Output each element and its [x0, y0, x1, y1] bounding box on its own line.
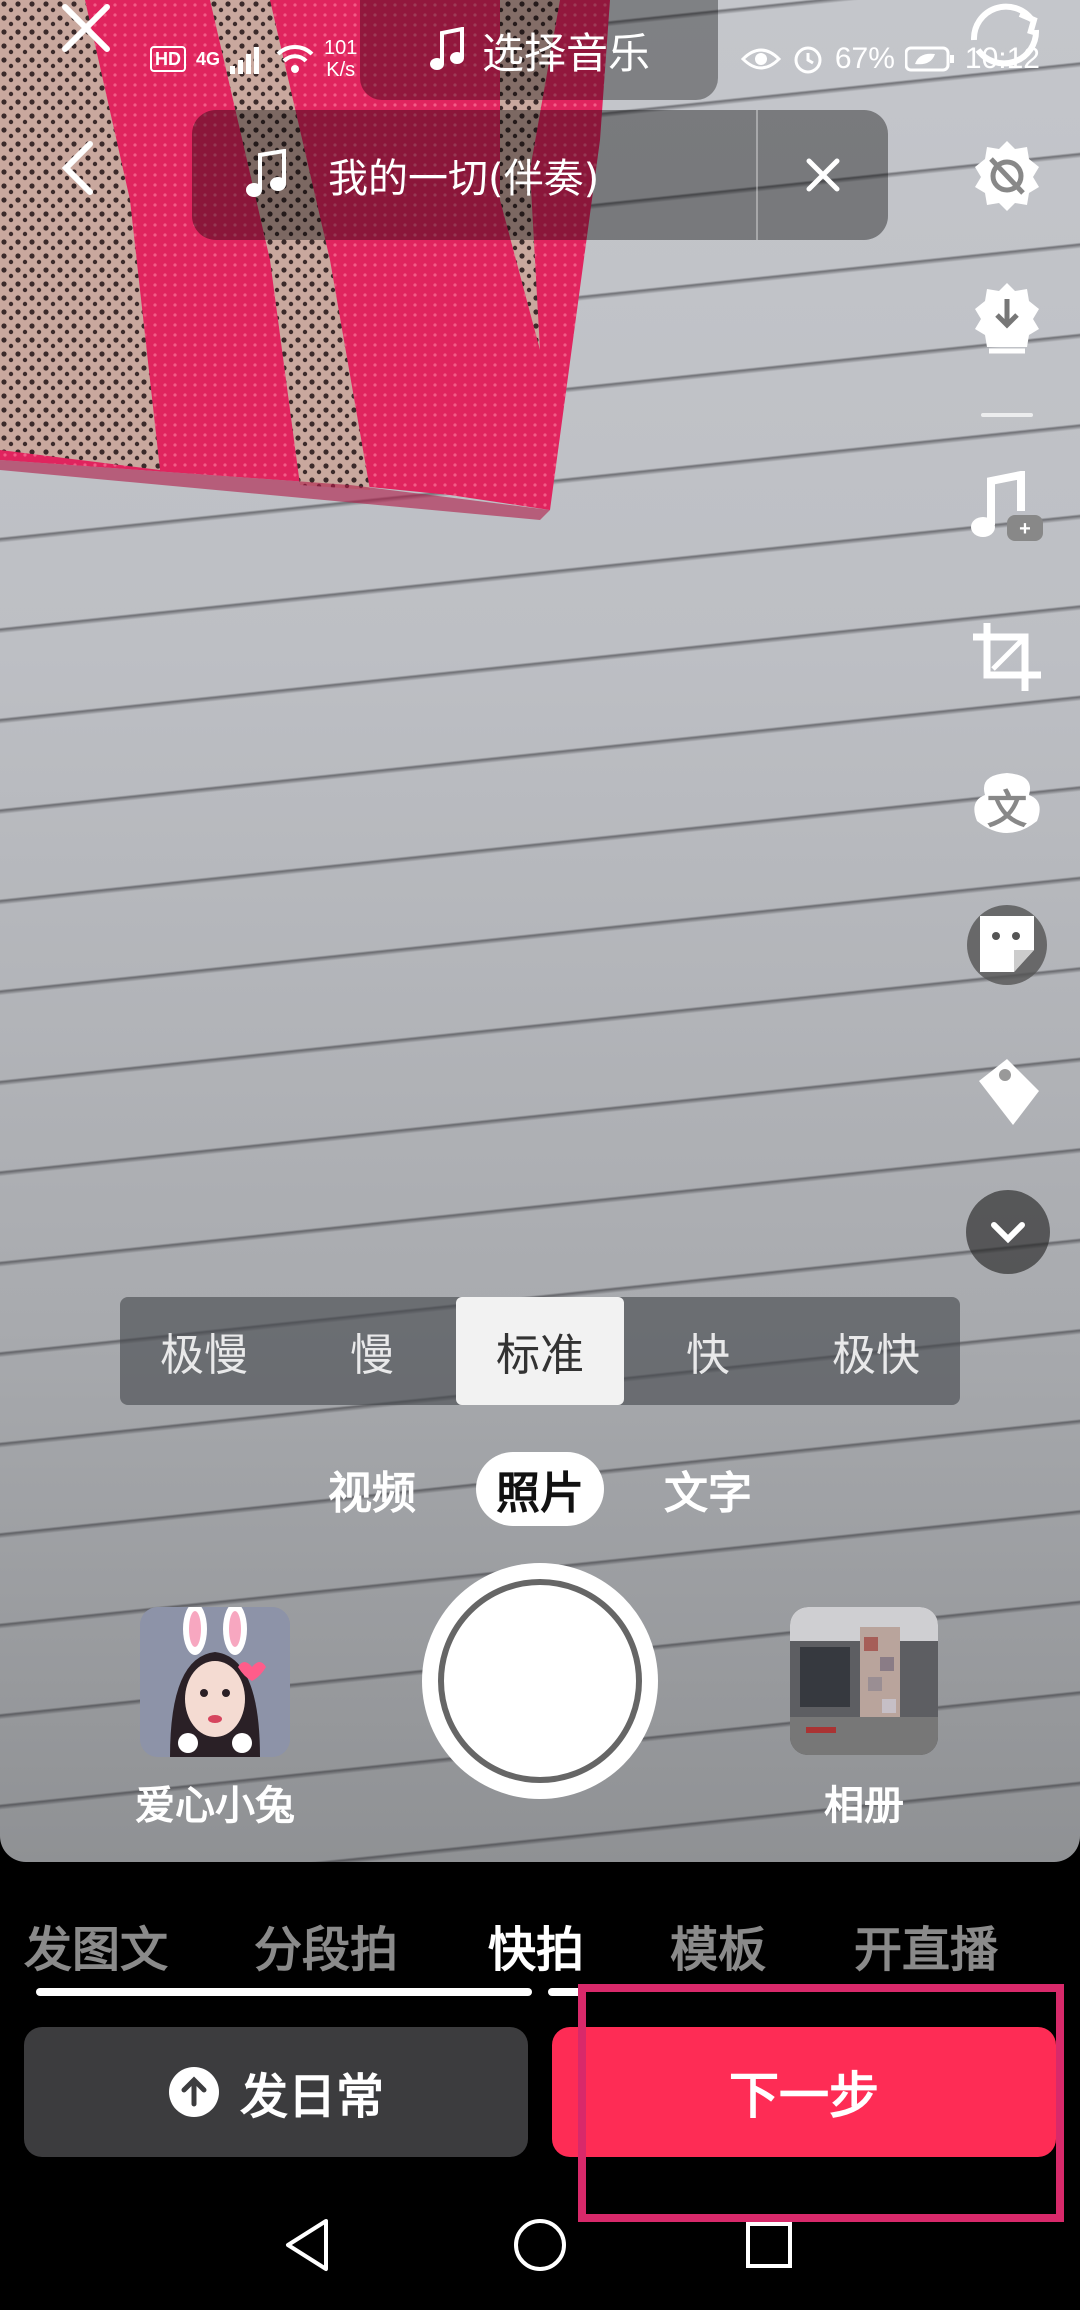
more-tools-button[interactable]: [966, 1190, 1050, 1274]
music-note-icon: [429, 27, 464, 70]
speed-option-very-fast[interactable]: 极快: [792, 1297, 960, 1405]
album-label: 相册: [824, 1783, 904, 1829]
tag-button[interactable]: [962, 1046, 1052, 1136]
nav-home-button[interactable]: [505, 2210, 575, 2280]
sticker-icon: [967, 905, 1047, 985]
download-button[interactable]: [962, 272, 1052, 362]
battery-percent: 67%: [834, 42, 895, 75]
download-icon: [975, 283, 1039, 354]
crop-icon: [973, 623, 1041, 691]
circle-home-icon: [514, 2219, 566, 2271]
battery-icon: [904, 46, 954, 72]
alarm-icon: [794, 46, 822, 74]
network-type: 4G: [196, 48, 221, 69]
effect-label: 爱心小兔: [135, 1783, 295, 1829]
music-note-icon: [244, 149, 300, 201]
nav-back-button[interactable]: [272, 2210, 342, 2280]
bunny-girl-effect-image: [140, 1607, 290, 1757]
remove-music-button[interactable]: [758, 110, 888, 240]
speed-option-very-slow[interactable]: 极慢: [120, 1297, 288, 1405]
svg-text:文: 文: [987, 788, 1027, 832]
tab-quick-shoot[interactable]: 快拍: [488, 1910, 584, 1980]
settings-button[interactable]: [962, 130, 1052, 220]
eye-icon: [740, 48, 781, 70]
triangle-back-icon: [286, 2219, 328, 2271]
music-edit-button[interactable]: +: [962, 466, 1052, 556]
close-icon: [806, 158, 840, 192]
text-icon: 文: [974, 773, 1040, 833]
tab-go-live[interactable]: 开直播: [854, 1910, 998, 1980]
tag-icon: [979, 1059, 1039, 1125]
mode-video[interactable]: 视频: [308, 1452, 436, 1526]
post-daily-label: 发日常: [239, 2069, 384, 2125]
selected-music-bar[interactable]: 我的一切(伴奏): [192, 110, 888, 240]
choose-music-button[interactable]: 选择音乐: [360, 0, 718, 100]
flip-camera-icon: [970, 3, 1040, 67]
music-edit-icon: +: [971, 471, 1043, 541]
toolbar-divider: [981, 413, 1033, 417]
network-speed: 101 K/s: [324, 37, 358, 81]
shutter-inner-ring: [438, 1579, 642, 1783]
settings-icon: [975, 141, 1039, 211]
post-daily-button[interactable]: 发日常: [24, 2027, 528, 2157]
text-button[interactable]: 文: [962, 756, 1052, 846]
chevron-left-icon: [61, 141, 93, 195]
speed-option-normal[interactable]: 标准: [456, 1297, 624, 1405]
back-button[interactable]: [48, 138, 108, 198]
album-thumbnail[interactable]: [790, 1607, 938, 1755]
tab-template[interactable]: 模板: [670, 1910, 766, 1980]
speed-option-slow[interactable]: 慢: [288, 1297, 456, 1405]
mode-text[interactable]: 文字: [644, 1452, 772, 1526]
speed-selector: 极慢 慢 标准 快 极快: [120, 1297, 960, 1405]
hd-badge: HD: [150, 46, 186, 72]
capture-mode-selector: 视频 照片 文字: [0, 1447, 1080, 1531]
progress-segment: [36, 1988, 532, 1996]
camera-screen: HD 4G 101 K/s 67% 10:12 选择音乐 我的一切(伴奏) + …: [0, 0, 1080, 2310]
svg-text:+: +: [1019, 518, 1031, 540]
tab-segment-shoot[interactable]: 分段拍: [254, 1910, 398, 1980]
mode-photo[interactable]: 照片: [476, 1452, 604, 1526]
highlight-box: [578, 1984, 1064, 2222]
flip-camera-button[interactable]: [960, 0, 1050, 70]
sticker-button[interactable]: [962, 900, 1052, 990]
choose-music-label: 选择音乐: [481, 28, 650, 78]
tab-post-image-text[interactable]: 发图文: [24, 1910, 168, 1980]
signal-icon: [230, 47, 260, 74]
album-photo-image: [790, 1607, 938, 1755]
chevron-down-icon: [991, 1222, 1025, 1244]
shutter-button[interactable]: [422, 1563, 658, 1799]
song-title: 我的一切(伴奏): [328, 156, 600, 202]
crop-button[interactable]: [962, 612, 1052, 702]
speed-option-fast[interactable]: 快: [624, 1297, 792, 1405]
effect-thumbnail[interactable]: [140, 1607, 290, 1757]
bottom-tab-bar: 发图文 分段拍 快拍 模板 开直播: [0, 1905, 1080, 1985]
close-button[interactable]: [52, 0, 120, 56]
close-icon: [62, 4, 110, 52]
square-recents-icon: [746, 2222, 792, 2268]
wifi-icon: [276, 44, 314, 73]
upload-icon: [168, 2067, 219, 2117]
nav-recents-button[interactable]: [734, 2210, 804, 2280]
